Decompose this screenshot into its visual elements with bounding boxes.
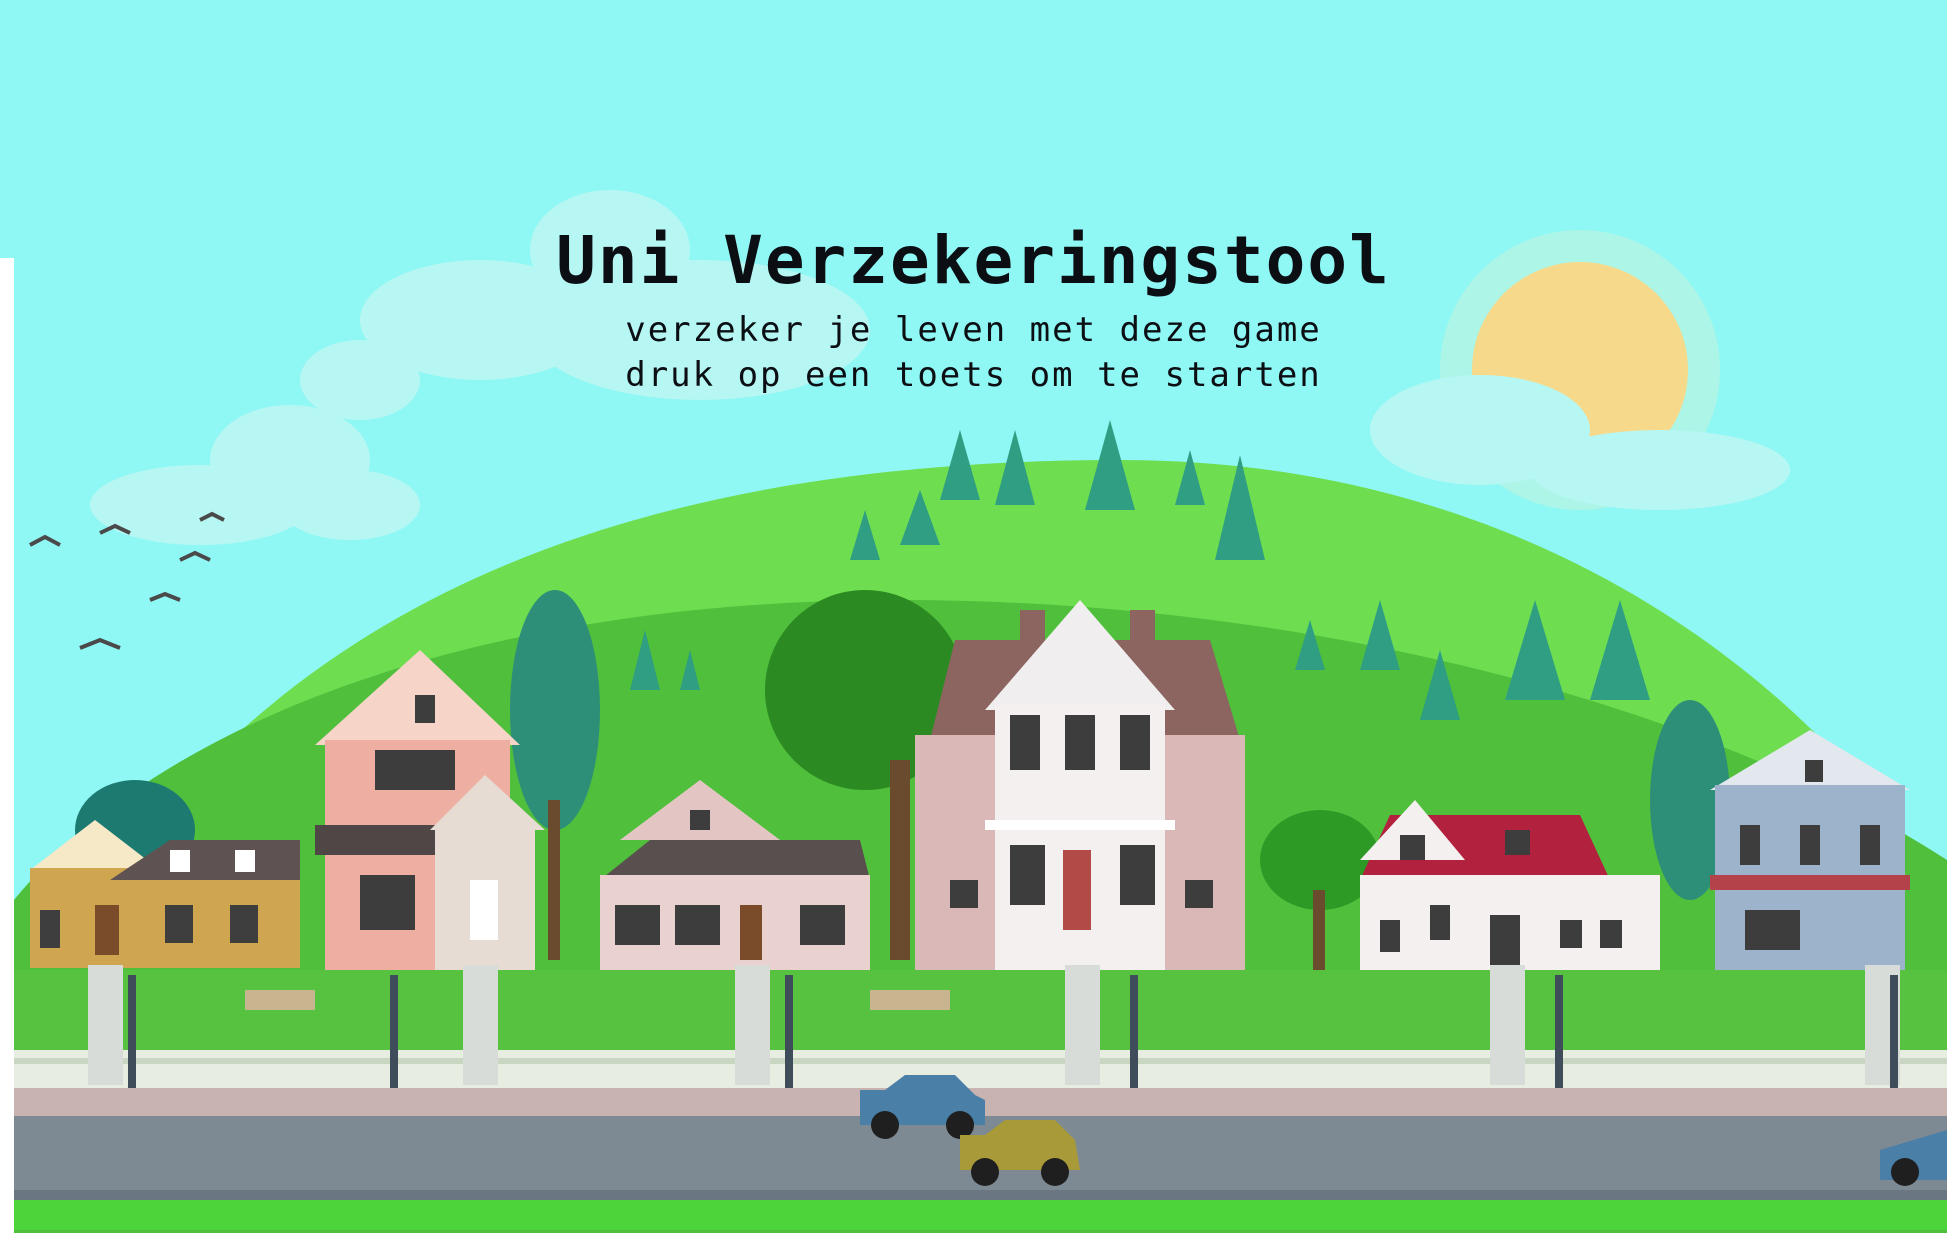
start-prompt: druk op een toets om te starten	[625, 355, 1322, 395]
game-subtitle: verzeker je leven met deze game	[625, 310, 1322, 350]
title-screen-overlay[interactable]	[0, 0, 1947, 1233]
game-title: Uni Verzekeringstool	[556, 222, 1391, 299]
